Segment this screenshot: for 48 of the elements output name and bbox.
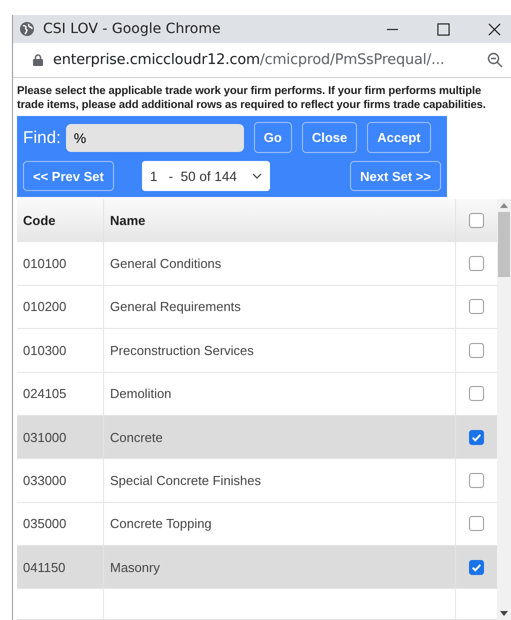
table-cell: 041150: [17, 546, 104, 588]
find-field[interactable]: %: [66, 124, 244, 152]
column-header[interactable]: Code: [17, 199, 104, 242]
scrollbar-thumb[interactable]: [498, 212, 510, 277]
checkbox[interactable]: [469, 342, 484, 358]
close-icon[interactable]: [488, 22, 501, 36]
globe-icon: [19, 21, 35, 37]
range-dropdown[interactable]: 1 - 50 of 144: [142, 161, 270, 191]
scroll-down-icon[interactable]: [500, 611, 508, 616]
action-button[interactable]: Accept: [367, 122, 431, 153]
table-cell: 010300: [17, 329, 104, 372]
table-cell: Concrete: [104, 416, 456, 458]
next-set-button[interactable]: Next Set >>: [350, 161, 441, 191]
table-cell: 024105: [17, 372, 104, 415]
table-cell: 010100: [17, 242, 104, 285]
action-button[interactable]: Close: [302, 122, 358, 153]
checkbox[interactable]: [469, 299, 484, 314]
action-button[interactable]: Go: [254, 122, 292, 153]
table-cell: General Requirements: [104, 286, 456, 328]
instructions-text: Please select the applicable trade work your firm performs. If your firm performs multiple trade items, please add additional rows as required to reflect your firms trade capabilities.: [17, 84, 487, 112]
prev-set-button[interactable]: << Prev Set: [23, 161, 114, 191]
url-text[interactable]: enterprise.cmiccloudr12.com/cmicprod/PmSsPrequal/...: [53, 52, 444, 68]
find-label: Find:: [23, 128, 61, 148]
table-cell: 010200: [17, 286, 104, 328]
maximize-icon[interactable]: [437, 22, 450, 36]
column-header[interactable]: Name: [104, 199, 456, 242]
table-cell: General Conditions: [104, 242, 456, 285]
table-cell: Demolition: [104, 372, 456, 415]
table-cell: 033000: [17, 459, 104, 502]
checkbox[interactable]: [469, 472, 484, 488]
scroll-up-icon[interactable]: [500, 203, 508, 208]
table-cell: 031000: [17, 416, 104, 458]
checkbox[interactable]: [469, 256, 484, 272]
table-cell: 035000: [17, 502, 104, 545]
table-cell: Special Concrete Finishes: [104, 459, 456, 502]
table-cell: Masonry: [104, 546, 456, 588]
checkbox[interactable]: [469, 516, 484, 532]
lock-icon: [33, 54, 43, 66]
checkbox[interactable]: [469, 386, 484, 402]
checkbox[interactable]: [469, 560, 484, 575]
table-cell: Concrete Topping: [104, 502, 456, 545]
checkbox[interactable]: [469, 212, 484, 228]
window-title: CSI LOV - Google Chrome: [43, 21, 221, 37]
caret-icon: [252, 173, 262, 179]
zoom-icon[interactable]: [487, 52, 503, 68]
table-cell: Preconstruction Services: [104, 329, 456, 372]
scrollbar[interactable]: [497, 199, 511, 620]
checkbox[interactable]: [469, 430, 484, 445]
